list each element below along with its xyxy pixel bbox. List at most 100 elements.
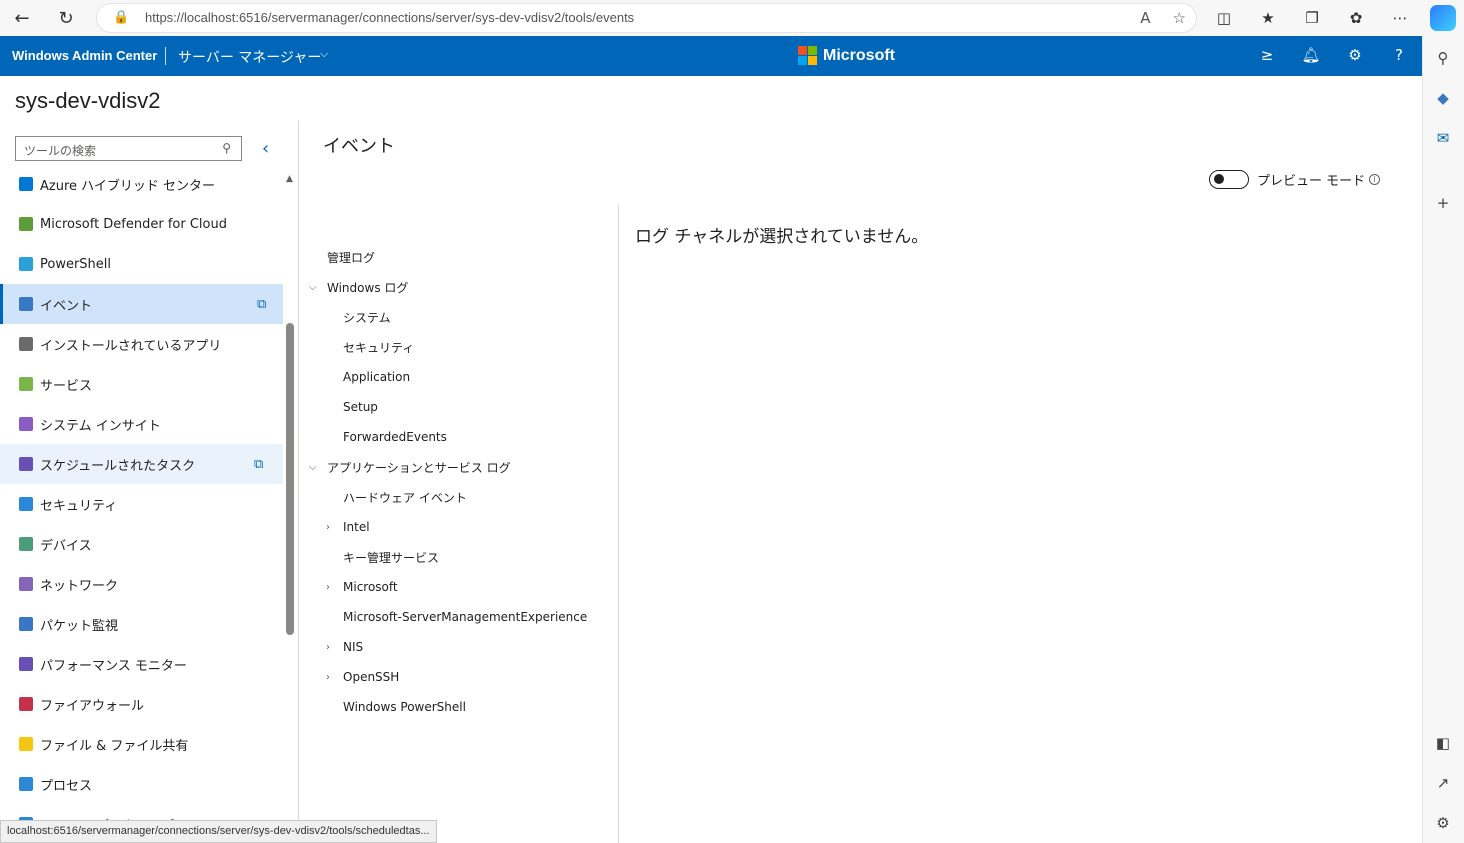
url-text[interactable]: https://localhost:6516/servermanager/con… xyxy=(145,10,634,25)
tool-item[interactable]: プロセス xyxy=(0,764,283,804)
browser-sidebar: ⚲ ◆ ✉ + ◧ ↗ ⚙ xyxy=(1422,36,1464,843)
tool-item-label: パケット監視 xyxy=(40,618,119,634)
address-bar[interactable]: 🔒 https://localhost:6516/servermanager/c… xyxy=(96,3,1197,33)
empty-state-message: ログ チャネルが選択されていません。 xyxy=(635,227,929,247)
bell-icon[interactable]: 🔔︎ xyxy=(1300,44,1322,66)
favorite-star-icon[interactable]: ☆ xyxy=(1173,9,1186,27)
firewall-icon xyxy=(19,697,33,711)
powershell-icon xyxy=(19,257,33,271)
server-title: sys-dev-vdisv2 xyxy=(15,88,161,113)
open-in-new-window-icon[interactable]: ⧉ xyxy=(257,297,266,312)
extensions-icon[interactable]: ✿ xyxy=(1342,4,1370,32)
tool-item[interactable]: パフォーマンス モニター xyxy=(0,644,283,684)
log-tree-label: Application xyxy=(343,370,411,384)
open-external-icon[interactable]: ↗ xyxy=(1431,771,1455,795)
device-icon xyxy=(19,537,33,551)
tool-item[interactable]: Azure ハイブリッド センター xyxy=(0,164,283,204)
tool-item[interactable]: デバイス xyxy=(0,524,283,564)
tool-item[interactable]: PowerShell xyxy=(0,244,283,284)
log-tree-node[interactable]: セキュリティ xyxy=(343,332,414,362)
chevron-down-icon[interactable]: ⌵ xyxy=(309,282,317,293)
log-tree-node[interactable]: キー管理サービス xyxy=(343,542,439,572)
tool-item[interactable]: システム インサイト xyxy=(0,404,283,444)
log-tree-node[interactable]: 管理ログ xyxy=(327,242,375,272)
tool-item[interactable]: パケット監視 xyxy=(0,604,283,644)
browser-toolbar: ← ↻ 🔒 https://localhost:6516/servermanag… xyxy=(0,0,1464,36)
log-tree-node[interactable]: › Microsoft xyxy=(326,572,398,602)
security-shield-icon xyxy=(19,497,33,511)
packet-icon xyxy=(19,617,33,631)
log-tree-node[interactable]: Windows PowerShell xyxy=(343,692,466,722)
add-icon[interactable]: + xyxy=(1431,191,1455,215)
collapse-chevron-icon[interactable]: ‹ xyxy=(262,138,269,159)
tool-item-label: スケジュールされたタスク xyxy=(40,458,196,474)
chevron-down-icon[interactable]: ⌵ xyxy=(320,47,328,61)
tool-item[interactable]: Microsoft Defender for Cloud xyxy=(0,204,283,244)
tool-item-label: パフォーマンス モニター xyxy=(40,658,187,674)
log-tree-node[interactable]: システム xyxy=(343,302,391,332)
tool-item[interactable]: スケジュールされたタスク ⧉ xyxy=(0,444,283,484)
read-aloud-icon[interactable]: A xyxy=(1140,9,1150,27)
tool-item[interactable]: ファイアウォール xyxy=(0,684,283,724)
search-placeholder: ツールの検索 xyxy=(24,144,97,158)
search-icon[interactable]: ⚲ xyxy=(222,141,231,155)
tool-item[interactable]: ファイル & ファイル共有 xyxy=(0,724,283,764)
tool-item[interactable]: サービス xyxy=(0,364,283,404)
log-tree-node[interactable]: › NIS xyxy=(326,632,363,662)
back-arrow-icon[interactable]: ← xyxy=(8,4,36,32)
favorites-icon[interactable]: ★ xyxy=(1254,4,1282,32)
chevron-right-icon[interactable]: › xyxy=(326,642,330,653)
tool-item-label: ファイアウォール xyxy=(40,698,145,714)
tool-item[interactable]: ネットワーク xyxy=(0,564,283,604)
gear-icon[interactable]: ⚙ xyxy=(1344,44,1366,66)
search-icon[interactable]: ⚲ xyxy=(1431,46,1455,70)
terminal-icon[interactable]: ≥ xyxy=(1256,44,1278,66)
scroll-up-arrow-icon[interactable]: ▲ xyxy=(286,174,293,184)
tool-item[interactable]: セキュリティ xyxy=(0,484,283,524)
preview-mode-toggle[interactable] xyxy=(1209,170,1249,189)
chevron-down-icon[interactable]: ⌵ xyxy=(309,462,317,473)
log-tree-label: Windows PowerShell xyxy=(343,700,466,714)
split-screen-icon[interactable]: ◫ xyxy=(1210,4,1238,32)
office-icon[interactable]: ◆ xyxy=(1431,86,1455,110)
copilot-icon[interactable] xyxy=(1430,5,1456,31)
tool-search-input[interactable]: ツールの検索 ⚲ xyxy=(15,136,242,161)
brand-title[interactable]: Windows Admin Center xyxy=(12,48,157,63)
pane-divider xyxy=(298,121,299,843)
help-icon[interactable]: ? xyxy=(1388,44,1410,66)
collections-icon[interactable]: ❐ xyxy=(1298,4,1326,32)
folder-icon xyxy=(19,737,33,751)
tool-item[interactable]: イベント ⧉ xyxy=(0,284,283,324)
log-tree-node[interactable]: ForwardedEvents xyxy=(343,422,447,452)
log-tree-node[interactable]: › Intel xyxy=(326,512,370,542)
microsoft-name: Microsoft xyxy=(823,46,895,64)
preview-mode-label: プレビュー モード xyxy=(1257,174,1366,189)
open-in-new-window-icon[interactable]: ⧉ xyxy=(254,457,263,472)
list-icon xyxy=(19,337,33,351)
log-tree-node[interactable]: Application xyxy=(343,362,410,392)
log-tree-node[interactable]: Microsoft-ServerManagementExperience xyxy=(343,602,587,632)
chevron-right-icon[interactable]: › xyxy=(326,672,330,683)
lock-icon: 🔒 xyxy=(113,10,130,25)
settings-gear-icon[interactable]: ⚙ xyxy=(1431,811,1455,835)
more-menu-icon[interactable]: ⋯ xyxy=(1386,4,1414,32)
tool-item-label: Microsoft Defender for Cloud xyxy=(40,216,227,232)
log-tree-node[interactable]: ⌵ アプリケーションとサービス ログ xyxy=(309,452,511,482)
tool-item-label: PowerShell xyxy=(40,256,112,272)
tool-item[interactable]: インストールされているアプリ xyxy=(0,324,283,364)
log-tree-node[interactable]: › OpenSSH xyxy=(326,662,399,692)
log-tree-node[interactable]: Setup xyxy=(343,392,378,422)
log-tree-node[interactable]: ⌵ Windows ログ xyxy=(309,272,408,302)
chevron-right-icon[interactable]: › xyxy=(326,582,330,593)
tool-list: Azure ハイブリッド センター Microsoft Defender for … xyxy=(0,164,283,843)
chevron-right-icon[interactable]: › xyxy=(326,522,330,533)
refresh-icon[interactable]: ↻ xyxy=(52,4,80,32)
log-tree-node[interactable]: ハードウェア イベント xyxy=(343,482,467,512)
scrollbar-thumb[interactable] xyxy=(286,323,294,635)
solution-menu[interactable]: サーバー マネージャー xyxy=(178,47,321,67)
sidebar-toggle-icon[interactable]: ◧ xyxy=(1431,731,1455,755)
info-icon[interactable]: i xyxy=(1369,174,1380,185)
tool-item-label: システム インサイト xyxy=(40,418,161,434)
log-tree-label: Microsoft xyxy=(343,580,398,594)
outlook-icon[interactable]: ✉ xyxy=(1431,126,1455,150)
